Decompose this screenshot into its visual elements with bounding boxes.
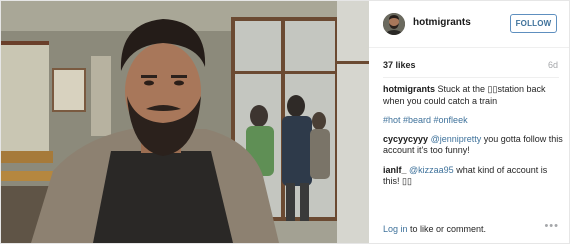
more-options-icon[interactable]: •••: [544, 220, 559, 232]
comments-list: hotmigrants Stuck at the ▯▯station back …: [383, 84, 563, 196]
hashtags[interactable]: #hot #beard #onfleek: [383, 115, 563, 127]
login-prompt-text: to like or comment.: [407, 224, 487, 234]
comment-username[interactable]: cycyycyyy: [383, 134, 428, 144]
instagram-post: hotmigrants FOLLOW 37 likes 6d hotmigran…: [0, 0, 570, 244]
post-username[interactable]: hotmigrants: [413, 17, 471, 28]
avatar[interactable]: [383, 13, 405, 35]
post-photo[interactable]: [1, 1, 369, 243]
login-link[interactable]: Log in: [383, 224, 408, 234]
comment-username[interactable]: ianlf_: [383, 165, 407, 175]
divider: [383, 77, 559, 78]
follow-button[interactable]: FOLLOW: [510, 14, 557, 33]
caption-username[interactable]: hotmigrants: [383, 84, 435, 94]
comment-item: ianlf_ @kizzaa95 what kind of account is…: [383, 165, 563, 188]
post-header: hotmigrants FOLLOW: [369, 1, 569, 48]
comment-item: cycyycyyy @jennipretty you gotta follow …: [383, 134, 563, 157]
post-sidebar: hotmigrants FOLLOW 37 likes 6d hotmigran…: [369, 1, 569, 243]
post-footer: Log in to like or comment. •••: [383, 219, 559, 235]
likes-count[interactable]: 37 likes: [383, 60, 416, 70]
post-photo-image: [1, 1, 369, 243]
comment-mention[interactable]: @jennipretty: [431, 134, 482, 144]
comment-text: what kind of account is this! ▯▯: [383, 164, 548, 187]
comment-mention[interactable]: @kizzaa95: [409, 165, 454, 175]
caption: hotmigrants Stuck at the ▯▯station back …: [383, 84, 563, 107]
avatar-image: [383, 13, 405, 35]
post-time[interactable]: 6d: [548, 60, 558, 70]
